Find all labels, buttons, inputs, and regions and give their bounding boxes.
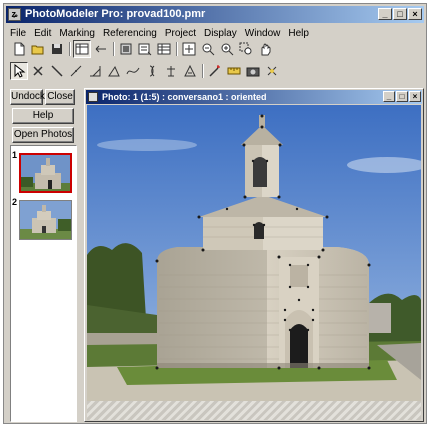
new-file-icon[interactable] <box>10 40 28 58</box>
main-toolbar <box>10 40 275 58</box>
arrows-icon[interactable] <box>92 40 110 58</box>
app-title: PhotoModeler Pro: provad100.pmr <box>25 8 206 20</box>
photo-thumbnail[interactable]: 1 <box>12 150 74 196</box>
save-icon[interactable] <box>48 40 66 58</box>
photo-thumbnail[interactable]: 2 <box>12 197 74 243</box>
photo-table-icon[interactable] <box>73 40 91 58</box>
zoom-out-icon[interactable] <box>199 40 217 58</box>
menu-edit[interactable]: Edit <box>30 28 55 39</box>
photo-window-title: Photo: 1 (1:5) : conversano1 : oriented <box>102 92 267 102</box>
help-button[interactable]: Help <box>12 108 74 124</box>
photo-view-icon[interactable] <box>117 40 135 58</box>
2d-view-icon[interactable] <box>136 40 154 58</box>
cylinder-icon[interactable] <box>143 62 161 80</box>
menu-marking[interactable]: Marking <box>55 28 99 39</box>
auto-icon[interactable] <box>263 62 281 80</box>
open-folder-icon[interactable] <box>29 40 47 58</box>
photo-close-button[interactable]: × <box>409 91 421 102</box>
camera-icon[interactable] <box>244 62 262 80</box>
photo-empty-area <box>87 401 421 420</box>
app-titlebar[interactable]: ʑ PhotoModeler Pro: provad100.pmr _ □ × <box>6 6 424 23</box>
undock-button[interactable]: Undock <box>10 89 45 105</box>
spline-icon[interactable] <box>124 62 142 80</box>
minimize-button[interactable]: _ <box>378 8 392 20</box>
edge-icon[interactable] <box>86 62 104 80</box>
close-button[interactable]: × <box>408 8 422 20</box>
surface-icon[interactable] <box>105 62 123 80</box>
photo-canvas[interactable] <box>87 105 421 420</box>
photomodeler-app-icon[interactable]: ʑ <box>8 8 21 21</box>
select-arrow-icon[interactable] <box>10 62 28 80</box>
zoom-fit-icon[interactable] <box>180 40 198 58</box>
thumbnail-image[interactable] <box>19 200 72 240</box>
church-photo[interactable] <box>87 105 421 401</box>
menu-display[interactable]: Display <box>200 28 241 39</box>
photo-window: Photo: 1 (1:5) : conversano1 : oriented … <box>84 88 424 422</box>
menu-referencing[interactable]: Referencing <box>99 28 161 39</box>
photo-window-icon[interactable] <box>88 92 98 102</box>
menu-file[interactable]: File <box>6 28 30 39</box>
thumbnail-image[interactable] <box>19 153 72 193</box>
photo-window-titlebar[interactable]: Photo: 1 (1:5) : conversano1 : oriented … <box>86 90 422 104</box>
photo-thumbnail-list: 1 2 <box>10 145 77 422</box>
wand-icon[interactable] <box>206 62 224 80</box>
line-icon[interactable] <box>48 62 66 80</box>
menu-window[interactable]: Window <box>241 28 285 39</box>
zoom-in-icon[interactable] <box>218 40 236 58</box>
open-photos-button[interactable]: Open Photos <box>12 127 74 143</box>
pan-hand-icon[interactable] <box>256 40 274 58</box>
menu-help[interactable]: Help <box>284 28 313 39</box>
constraint-icon[interactable] <box>162 62 180 80</box>
thumbnail-number: 1 <box>12 150 18 160</box>
thumbnail-number: 2 <box>12 197 18 207</box>
photo-maximize-button[interactable]: □ <box>396 91 408 102</box>
measure-icon[interactable] <box>225 62 243 80</box>
point-mark-icon[interactable] <box>29 62 47 80</box>
triangle-icon[interactable] <box>181 62 199 80</box>
menubar: File Edit Marking Referencing Project Di… <box>6 25 424 41</box>
zoom-box-icon[interactable] <box>237 40 255 58</box>
marking-toolbar <box>10 62 282 80</box>
curve-icon[interactable] <box>67 62 85 80</box>
table-view-icon[interactable] <box>155 40 173 58</box>
menu-project[interactable]: Project <box>161 28 200 39</box>
maximize-button[interactable]: □ <box>393 8 407 20</box>
photo-minimize-button[interactable]: _ <box>383 91 395 102</box>
close-panel-button[interactable]: Close <box>45 89 75 105</box>
